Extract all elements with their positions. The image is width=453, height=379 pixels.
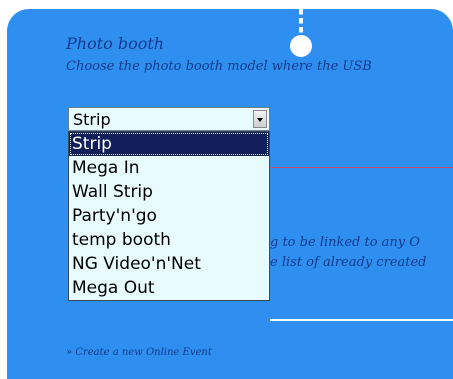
dropdown-option[interactable]: temp booth: [69, 228, 269, 252]
section-title: Photo booth: [66, 34, 165, 53]
dropdown-option[interactable]: Party'n'go: [69, 204, 269, 228]
connector-dot: [290, 35, 312, 57]
connector-line: [299, 9, 303, 37]
content-panel: Photo booth Choose the photo booth model…: [7, 9, 453, 379]
dropdown-option[interactable]: Strip: [69, 132, 269, 156]
booth-model-dropdown: Strip Mega In Wall Strip Party'n'go temp…: [68, 131, 270, 301]
dropdown-option[interactable]: Mega Out: [69, 276, 269, 300]
divider: [270, 167, 453, 168]
create-online-event-link[interactable]: » Create a new Online Event: [66, 347, 212, 358]
partial-text-line-2: e list of already created: [270, 255, 427, 270]
dropdown-option[interactable]: Wall Strip: [69, 180, 269, 204]
dropdown-option[interactable]: Mega In: [69, 156, 269, 180]
separator: [270, 319, 453, 321]
dropdown-option[interactable]: NG Video'n'Net: [69, 252, 269, 276]
partial-text-line-1: g to be linked to any O: [270, 235, 420, 250]
section-description: Choose the photo booth model where the U…: [66, 59, 372, 74]
booth-model-select[interactable]: Strip: [68, 107, 270, 131]
select-value: Strip: [73, 110, 111, 129]
chevron-down-icon[interactable]: [253, 110, 267, 128]
